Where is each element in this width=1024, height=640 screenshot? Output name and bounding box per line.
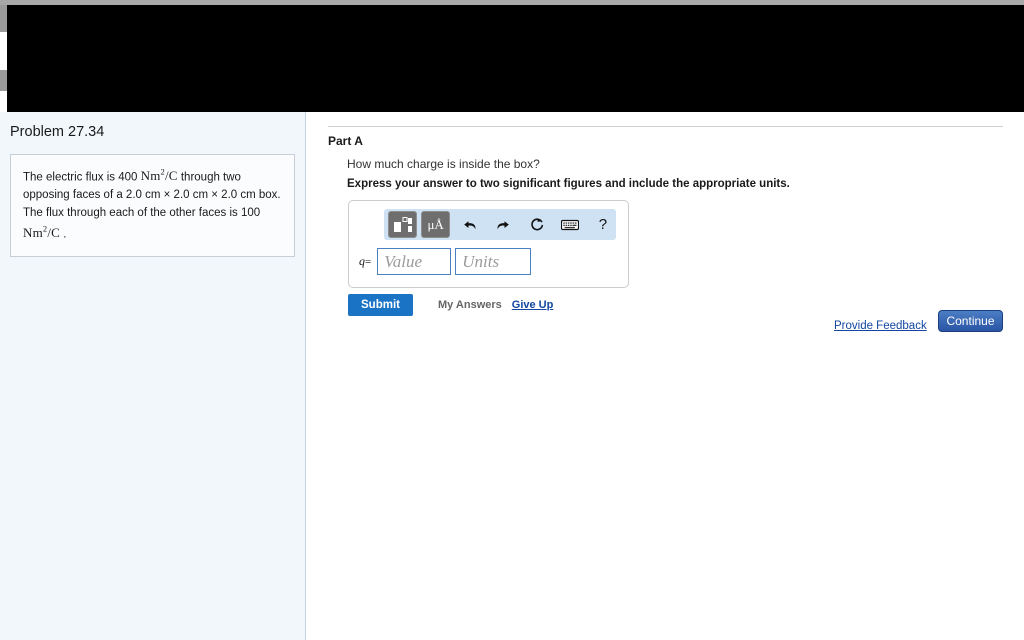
give-up-link[interactable]: Give Up — [512, 299, 554, 311]
question-text: How much charge is inside the box? — [347, 157, 540, 171]
flux-unit-2-tail: /C — [47, 225, 61, 241]
section-divider — [328, 126, 1003, 127]
units-input[interactable] — [455, 248, 532, 275]
math-template-icon[interactable] — [388, 211, 418, 238]
answer-equals-sign: = — [365, 256, 372, 268]
units-entry-icon[interactable]: μÅ — [421, 211, 451, 238]
continue-button[interactable]: Continue — [938, 310, 1003, 332]
part-a-panel: Part A How much charge is inside the box… — [307, 112, 1024, 640]
answer-variable-label: q= — [359, 254, 371, 269]
statement-segment-3: . — [60, 228, 67, 241]
part-heading: Part A — [328, 134, 363, 148]
left-edge-segment-lower — [0, 70, 7, 91]
submit-button[interactable]: Submit — [348, 294, 413, 316]
instruction-text: Express your answer to two significant f… — [347, 178, 790, 190]
redo-icon[interactable] — [490, 212, 516, 238]
my-answers-link[interactable]: My Answers — [438, 299, 502, 311]
answer-entry-box: μÅ ? q= Value Units — [348, 200, 629, 288]
problem-statement-text: The electric flux is 400 Nm2/C through t… — [23, 166, 282, 244]
media-video-region[interactable] — [7, 5, 1024, 112]
keyboard-icon[interactable] — [557, 212, 583, 238]
answer-toolbar: μÅ ? — [384, 209, 616, 240]
left-edge-scroll-strip — [0, 5, 7, 112]
page-content: Problem 27.34 The electric flux is 400 N… — [0, 112, 1024, 640]
problem-statement-box: The electric flux is 400 Nm2/C through t… — [10, 154, 295, 257]
flux-unit-1-tail: /C — [164, 168, 178, 184]
reset-icon[interactable] — [524, 212, 550, 238]
help-label: ? — [598, 216, 608, 233]
answer-action-row: Submit My Answers Give Up — [348, 294, 553, 316]
answer-input-row: q= — [359, 248, 532, 275]
page-title: Problem 27.34 — [10, 124, 105, 140]
provide-feedback-link[interactable]: Provide Feedback — [834, 320, 927, 332]
problem-sidebar: Problem 27.34 The electric flux is 400 N… — [0, 112, 306, 640]
flux-unit-1: Nm2/C — [140, 167, 178, 184]
units-icon-label: μÅ — [427, 217, 444, 232]
flux-unit-2-base: Nm — [23, 225, 43, 241]
undo-icon[interactable] — [457, 212, 483, 238]
help-icon[interactable]: ? — [590, 212, 616, 238]
value-input[interactable] — [377, 248, 452, 275]
flux-unit-1-base: Nm — [140, 168, 161, 184]
left-edge-segment-upper — [0, 5, 7, 32]
flux-unit-2: Nm2/C — [23, 224, 61, 241]
statement-segment-1: The electric flux is 400 — [23, 171, 141, 184]
